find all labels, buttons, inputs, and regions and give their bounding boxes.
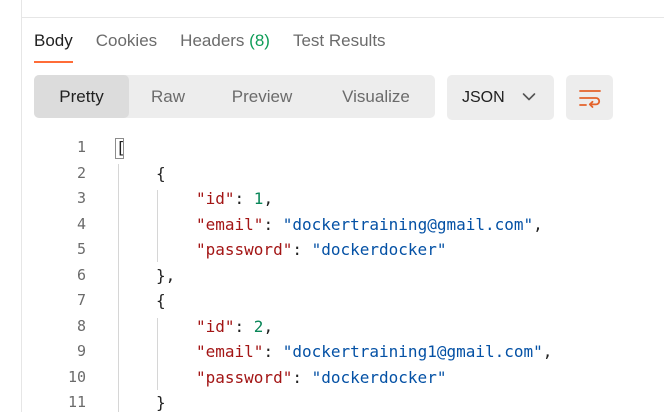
code-text: }: [156, 393, 166, 412]
brace-close: }: [156, 393, 166, 412]
json-string: "dockerdocker": [311, 240, 447, 259]
json-comma: ,: [263, 316, 274, 336]
json-key: "email": [196, 214, 264, 234]
view-mode-selector: Pretty Raw Preview Visualize: [34, 75, 435, 118]
tab-test-results-label: Test Results: [292, 31, 386, 50]
json-string: "dockerdocker": [311, 367, 447, 387]
json-string: "dockertraining@gmail.com": [282, 214, 534, 234]
tab-cookies[interactable]: Cookies: [96, 29, 157, 63]
json-separator: :: [292, 367, 312, 387]
json-string: "dockertraining1@gmail.com": [282, 342, 543, 361]
line-number: 2: [76, 163, 86, 182]
code-text: {: [156, 164, 166, 183]
code-text: },: [156, 266, 175, 285]
view-mode-visualize[interactable]: Visualize: [317, 75, 435, 118]
code-line: 8 "id": 2,: [0, 315, 664, 340]
response-tabs: Body Cookies Headers (8) Test Results: [34, 29, 409, 63]
line-number: 6: [76, 265, 86, 284]
json-comma: ,: [533, 214, 543, 234]
view-mode-pretty[interactable]: Pretty: [34, 75, 129, 118]
view-mode-preview[interactable]: Preview: [207, 75, 317, 118]
line-number: 10: [67, 367, 86, 386]
line-number: 7: [76, 291, 86, 309]
tab-headers-label: Headers: [180, 31, 245, 50]
code-text: "password": "dockerdocker": [196, 240, 446, 259]
code-line: 5 "password": "dockerdocker": [0, 238, 664, 263]
word-wrap-button[interactable]: [566, 75, 613, 120]
response-body-editor[interactable]: 1 [ 2 { 3 "id": 1, 4 "email": "dockertra…: [0, 136, 664, 412]
view-mode-raw[interactable]: Raw: [129, 75, 207, 118]
format-dropdown[interactable]: JSON: [447, 75, 554, 120]
tab-headers[interactable]: Headers (8): [180, 29, 270, 63]
code-line: 10 "password": "dockerdocker": [0, 366, 664, 391]
json-separator: :: [263, 342, 283, 361]
brace-close: },: [156, 265, 176, 285]
tab-body-label: Body: [34, 31, 73, 50]
code-line: 6 },: [0, 264, 664, 289]
brace-open: {: [156, 163, 166, 183]
json-number: 2: [253, 316, 264, 336]
bracket-open: [: [116, 138, 126, 157]
line-number: 9: [76, 342, 86, 360]
json-separator: :: [263, 214, 283, 234]
code-text: "password": "dockerdocker": [196, 368, 446, 387]
code-line: 7 {: [0, 289, 664, 314]
code-text: "email": "dockertraining1@gmail.com",: [196, 342, 552, 361]
json-key: "password": [196, 240, 293, 259]
code-text: [: [116, 138, 126, 157]
word-wrap-icon: [578, 89, 601, 108]
line-number: 4: [76, 214, 86, 233]
format-dropdown-value: JSON: [462, 88, 505, 106]
json-separator: :: [292, 240, 312, 259]
json-key: "id": [196, 189, 235, 208]
code-text: "id": 1,: [196, 189, 273, 208]
code-text: "id": 2,: [196, 317, 273, 336]
line-number: 3: [76, 189, 86, 207]
json-number: 1: [253, 189, 264, 208]
tab-body[interactable]: Body: [34, 29, 73, 63]
headers-count-badge: (8): [249, 31, 270, 50]
tab-test-results[interactable]: Test Results: [293, 29, 386, 63]
code-line: 9 "email": "dockertraining1@gmail.com",: [0, 340, 664, 365]
code-line: 1 [: [0, 136, 664, 161]
code-line: 4 "email": "dockertraining@gmail.com",: [0, 213, 664, 238]
json-separator: :: [234, 189, 254, 208]
line-number: 1: [76, 138, 86, 156]
panel-divider: [22, 17, 664, 18]
chevron-down-icon: [522, 93, 536, 101]
brace-open: {: [156, 291, 166, 310]
line-number: 5: [76, 240, 86, 258]
line-number: 11: [67, 393, 86, 411]
line-number: 8: [76, 316, 86, 335]
code-line: 11 }: [0, 391, 664, 416]
json-separator: :: [234, 316, 254, 336]
tab-cookies-label: Cookies: [95, 31, 158, 50]
code-text: {: [156, 291, 166, 310]
json-key: "email": [196, 342, 264, 361]
code-text: "email": "dockertraining@gmail.com",: [196, 215, 543, 234]
code-line: 2 {: [0, 162, 664, 187]
json-key: "password": [196, 367, 293, 387]
code-line: 3 "id": 1,: [0, 187, 664, 212]
json-comma: ,: [542, 342, 553, 361]
json-comma: ,: [263, 189, 274, 208]
json-key: "id": [196, 316, 235, 336]
